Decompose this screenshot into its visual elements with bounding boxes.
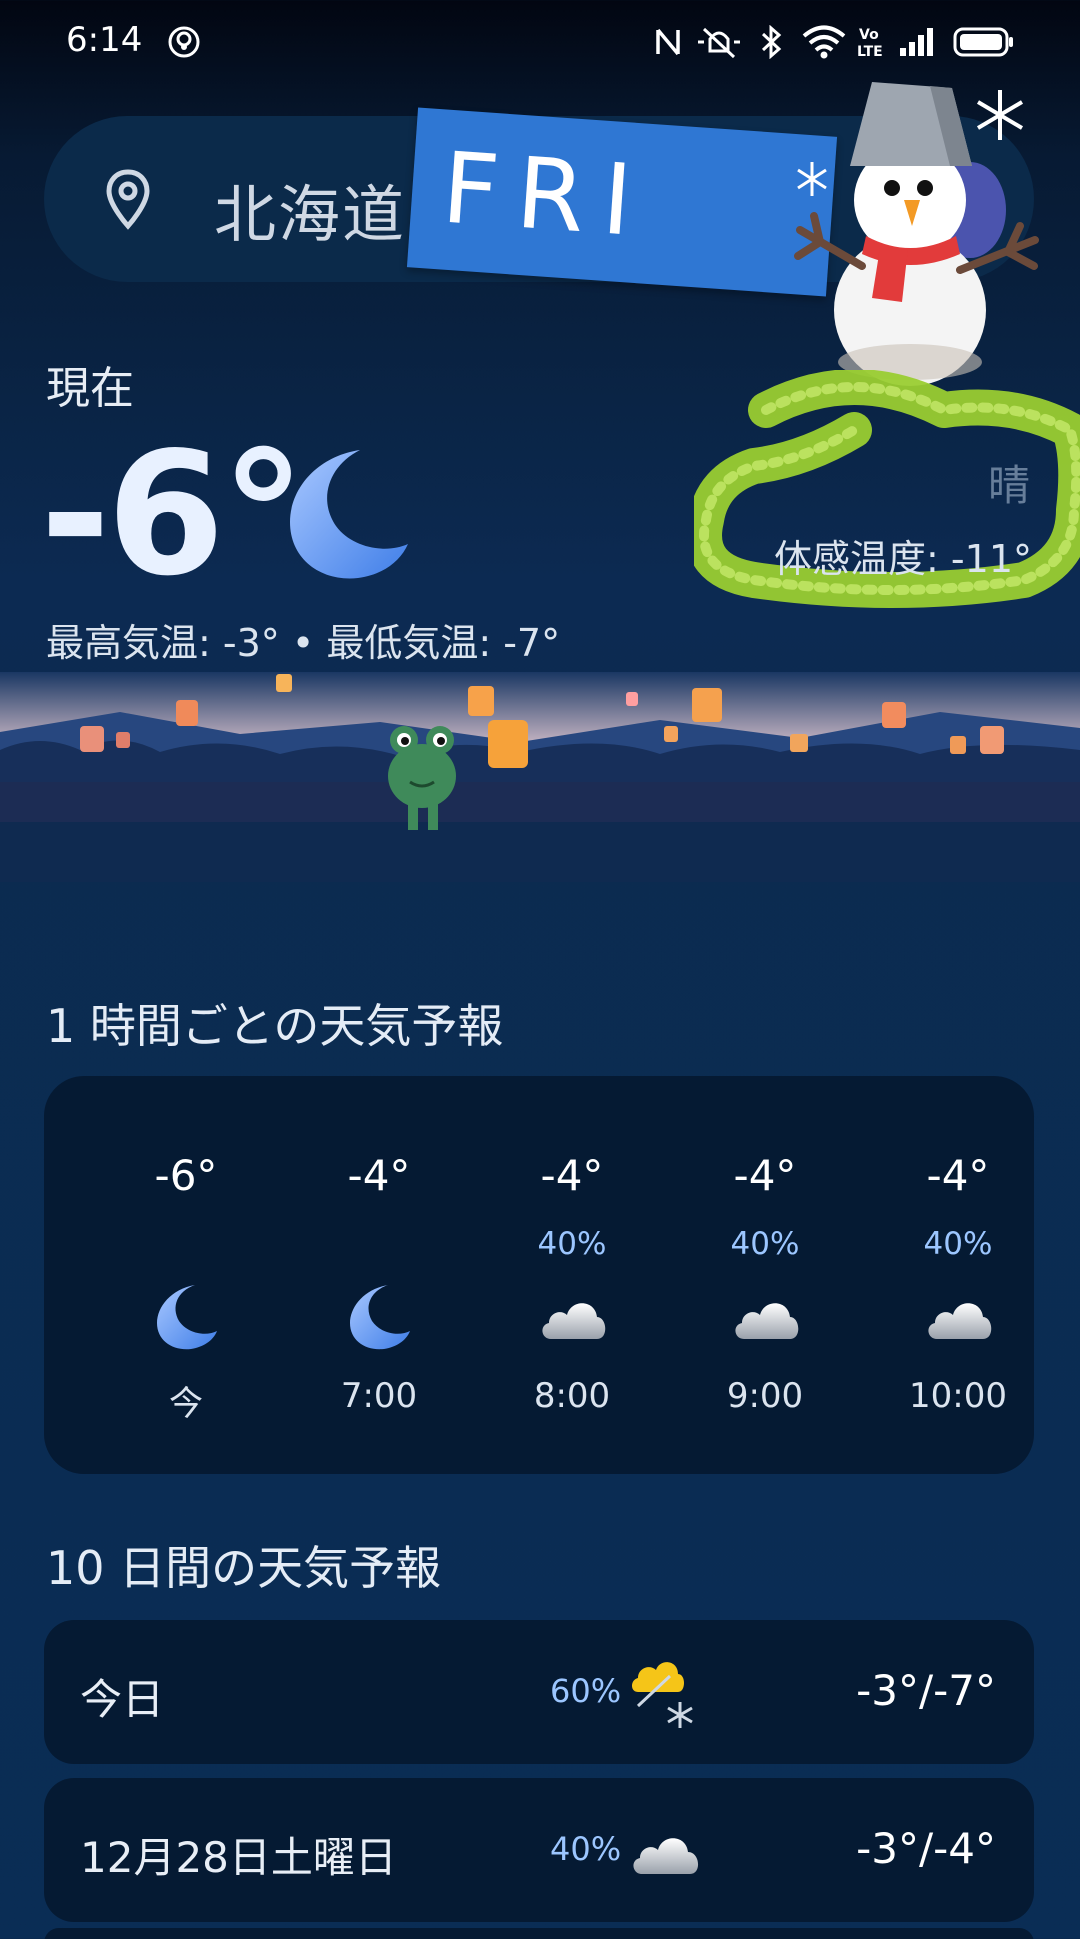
- current-label: 現在: [46, 363, 134, 414]
- hour-time-label: 10:00: [909, 1376, 1007, 1416]
- lantern-landscape-illustration: [0, 672, 1080, 882]
- location-name: 北海道: [214, 178, 407, 251]
- hour-precipitation: 40%: [730, 1226, 800, 1262]
- hour-temperature: -6°: [154, 1151, 218, 1200]
- hotspot-icon: [164, 22, 204, 62]
- hour-precipitation: 40%: [923, 1226, 993, 1262]
- high-low-temperature: 最高気温: -3° • 最低気温: -7°: [46, 621, 561, 665]
- daily-forecast-row[interactable]: 12月28日土曜日 40% -3°/-4°: [44, 1778, 1034, 1922]
- cloud-icon: [730, 1281, 802, 1353]
- daily-forecast-row[interactable]: 今日 60% -3°/-7°: [44, 1620, 1034, 1764]
- day-temperatures: -3°/-4°: [856, 1824, 996, 1873]
- hour-item: -6° 今: [96, 1076, 276, 1474]
- hour-time-label: 7:00: [340, 1376, 418, 1416]
- snowflake-icon: [976, 90, 1024, 140]
- fri-sticker: FRI: [406, 107, 838, 297]
- hour-time-label: 9:00: [726, 1376, 804, 1416]
- wifi-icon: [800, 22, 848, 62]
- cloud-icon: [537, 1281, 609, 1353]
- frog-character: [376, 716, 468, 840]
- moon-icon: [151, 1281, 223, 1353]
- volte-icon: Vo LTE: [856, 22, 886, 62]
- signal-icon: [896, 22, 936, 62]
- hour-temperature: -4°: [733, 1151, 797, 1200]
- feels-like-temperature: 体感温度: -11°: [774, 537, 1032, 581]
- hour-item: -4° 40% 8:00: [482, 1076, 662, 1474]
- day-precipitation: 60%: [550, 1672, 622, 1710]
- current-temperature: -6°: [40, 416, 306, 614]
- silent-icon: [694, 22, 744, 62]
- moon-icon: [344, 1281, 416, 1353]
- location-pin-icon: [104, 168, 152, 230]
- hour-temperature: -4°: [347, 1151, 411, 1200]
- hour-precipitation: 40%: [537, 1226, 607, 1262]
- battery-icon: [952, 22, 1016, 62]
- hour-item: -4° 7:00: [289, 1076, 469, 1474]
- cloud-icon: [923, 1281, 995, 1353]
- svg-text:LTE: LTE: [857, 44, 883, 59]
- hour-temperature: -4°: [926, 1151, 990, 1200]
- condition-text: 晴: [988, 461, 1031, 510]
- day-temperatures: -3°/-7°: [856, 1666, 996, 1715]
- hour-item: -4° 40% 9:00: [675, 1076, 855, 1474]
- daily-forecast-row-partial[interactable]: [44, 1928, 1034, 1939]
- green-scribble-annotation: [686, 369, 1080, 660]
- partly-cloudy-snow-icon: [628, 1656, 704, 1732]
- fri-sticker-text: FRI: [438, 131, 654, 260]
- daily-forecast-title: 10 日間の天気予報: [46, 1541, 442, 1595]
- day-name: 12月28日土曜日: [80, 1833, 397, 1882]
- day-name: 今日: [80, 1675, 165, 1724]
- day-precipitation: 40%: [550, 1830, 622, 1868]
- cloud-icon: [628, 1814, 704, 1890]
- status-time: 6:14: [66, 20, 143, 60]
- bluetooth-icon: [754, 22, 788, 62]
- svg-text:Vo: Vo: [859, 27, 879, 43]
- hourly-forecast-card[interactable]: -6° 今 -4° 7:00 -4° 40% 8:00 -4° 40% 9:00…: [44, 1076, 1034, 1474]
- hour-temperature: -4°: [540, 1151, 604, 1200]
- moon-icon: [282, 444, 412, 584]
- nfc-icon: [652, 22, 684, 62]
- hour-time-label: 今: [169, 1384, 203, 1424]
- hour-time-label: 8:00: [533, 1376, 611, 1416]
- hourly-forecast-title: 1 時間ごとの天気予報: [46, 999, 504, 1053]
- hour-item: -4° 40% 10:00: [868, 1076, 1048, 1474]
- snowman-sticker: [780, 70, 1050, 390]
